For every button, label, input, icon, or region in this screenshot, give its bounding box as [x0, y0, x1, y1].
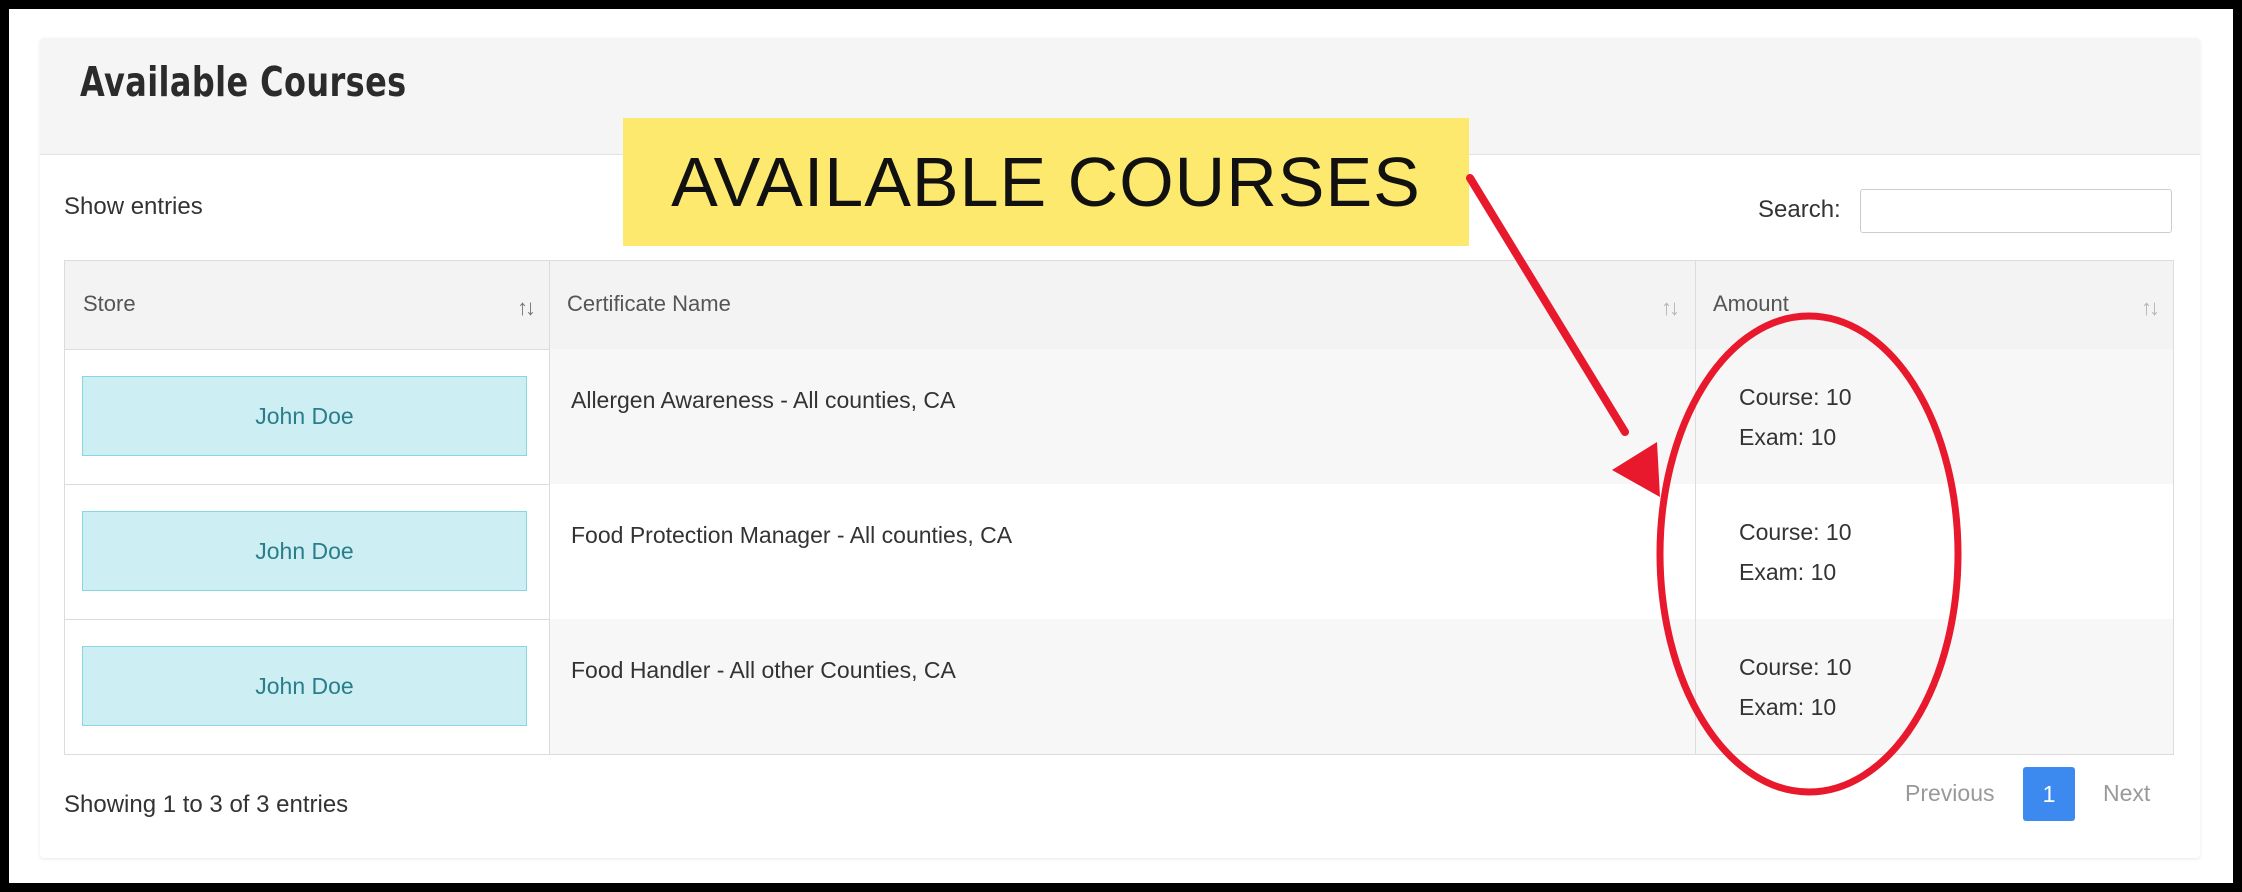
sort-icon: ↑↓: [517, 295, 536, 320]
column-divider: [1695, 261, 1696, 754]
sort-icon: ↑↓: [1661, 295, 1680, 320]
course-amount: Course: 10: [1739, 384, 1852, 410]
store-cell: John Doe: [65, 484, 549, 619]
page-1-button[interactable]: 1: [2023, 767, 2075, 821]
store-button[interactable]: John Doe: [82, 511, 527, 591]
search-input[interactable]: [1860, 189, 2172, 233]
table-row: John Doe Allergen Awareness - All counti…: [65, 349, 2173, 484]
column-header-label: Certificate Name: [567, 291, 731, 316]
annotation-callout-text: AVAILABLE COURSES: [671, 143, 1421, 221]
exam-amount: Exam: 10: [1739, 559, 1837, 585]
column-header-label: Amount: [1713, 291, 1789, 316]
next-page-button[interactable]: Next: [2103, 780, 2150, 807]
courses-table: Store ↑↓ Certificate Name ↑↓ Amount ↑↓ J…: [64, 260, 2174, 755]
table-header-row: Store ↑↓ Certificate Name ↑↓ Amount ↑↓: [65, 261, 2173, 349]
column-header-label: Store: [83, 291, 136, 316]
show-entries-label: Show entries: [64, 193, 203, 220]
column-header-amount[interactable]: Amount ↑↓: [1695, 261, 2175, 349]
search-label: Search:: [1758, 196, 1841, 223]
store-cell: John Doe: [65, 619, 549, 754]
table-row: John Doe Food Handler - All other Counti…: [65, 619, 2173, 754]
column-header-certificate-name[interactable]: Certificate Name ↑↓: [549, 261, 1695, 349]
store-button[interactable]: John Doe: [82, 646, 527, 726]
table-row: John Doe Food Protection Manager - All c…: [65, 484, 2173, 619]
annotation-callout: AVAILABLE COURSES: [623, 118, 1469, 246]
column-header-store[interactable]: Store ↑↓: [65, 261, 549, 349]
certificate-name: Food Protection Manager - All counties, …: [571, 522, 1013, 548]
course-amount: Course: 10: [1739, 654, 1852, 680]
store-cell: John Doe: [65, 349, 549, 484]
exam-amount: Exam: 10: [1739, 694, 1837, 720]
page-title: Available Courses: [80, 58, 407, 106]
certificate-name: Food Handler - All other Counties, CA: [571, 657, 956, 683]
entries-info: Showing 1 to 3 of 3 entries: [64, 791, 349, 818]
exam-amount: Exam: 10: [1739, 424, 1837, 450]
previous-page-button[interactable]: Previous: [1905, 780, 1994, 807]
store-button[interactable]: John Doe: [82, 376, 527, 456]
column-divider: [549, 261, 550, 754]
course-amount: Course: 10: [1739, 519, 1852, 545]
sort-icon: ↑↓: [2141, 295, 2160, 320]
certificate-name: Allergen Awareness - All counties, CA: [571, 387, 956, 413]
